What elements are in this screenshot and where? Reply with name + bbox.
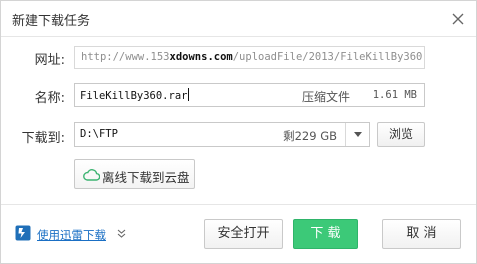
download-button[interactable]: 下 载 <box>293 219 358 249</box>
dialog-title: 新建下载任务 <box>12 14 91 29</box>
download-path-value: D:\FTP <box>80 128 118 140</box>
safe-open-button[interactable]: 安全打开 <box>204 219 283 249</box>
url-label: 网址: <box>34 53 65 68</box>
xunlei-logo-icon <box>15 225 31 241</box>
use-xunlei-link[interactable]: 使用迅雷下载 <box>37 227 106 243</box>
browse-button[interactable]: 浏览 <box>377 122 425 147</box>
title-bar: 新建下载任务 <box>1 1 476 37</box>
file-name-value-wrap: FileKillBy360.rar <box>80 88 190 102</box>
cloud-icon <box>83 169 100 181</box>
file-size-label: 1.61 MB <box>372 89 417 101</box>
url-suffix: /uploadFile/2013/FileKillBy360. <box>232 51 425 63</box>
file-name-value: FileKillBy360.rar <box>80 90 188 102</box>
double-chevron-down-icon[interactable] <box>117 229 126 238</box>
offline-cloud-download-button[interactable]: 离线下载到云盘 <box>74 159 195 189</box>
file-type-label: 压缩文件 <box>301 90 350 104</box>
close-button[interactable] <box>448 9 468 29</box>
cancel-button[interactable]: 取 消 <box>382 219 461 249</box>
text-caret <box>188 88 190 101</box>
offline-cloud-download-label: 离线下载到云盘 <box>102 170 190 185</box>
new-download-dialog: 新建下载任务 网址: http://www.153xdowns.com/uplo… <box>0 0 477 264</box>
chevron-down-icon <box>354 132 362 137</box>
download-path-field[interactable]: D:\FTP 剩229 GB <box>74 122 370 147</box>
file-name-field[interactable]: FileKillBy360.rar 压缩文件 1.61 MB <box>74 83 425 107</box>
url-prefix: http://www.153 <box>81 51 170 63</box>
path-label: 下载到: <box>21 131 65 146</box>
url-host-highlight: xdowns.com <box>169 51 233 63</box>
footer-divider <box>1 204 476 205</box>
name-label: 名称: <box>34 91 65 106</box>
free-space-label: 剩229 GB <box>283 129 337 143</box>
url-field[interactable]: http://www.153xdowns.com/uploadFile/2013… <box>74 46 425 69</box>
path-dropdown-button[interactable] <box>345 123 369 146</box>
close-icon <box>452 13 464 25</box>
